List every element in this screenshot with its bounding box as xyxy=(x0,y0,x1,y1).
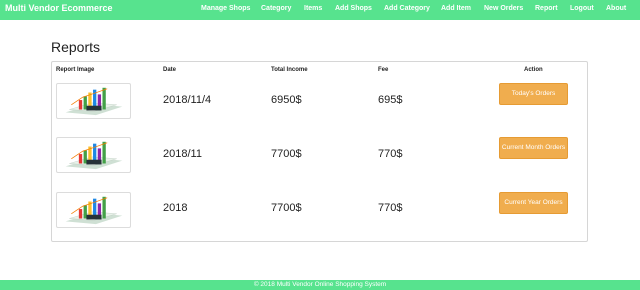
header-total-income: Total Income xyxy=(271,67,308,73)
bar-chart-report-icon xyxy=(56,83,131,119)
nav-new-orders[interactable]: New Orders xyxy=(484,5,523,12)
page-title: Reports xyxy=(51,39,101,55)
row-income: 6950$ xyxy=(271,94,302,106)
brand-logo-text[interactable]: Multi Vendor Ecommerce xyxy=(5,3,113,13)
row-date: 2018/11 xyxy=(163,148,202,160)
row-income: 7700$ xyxy=(271,148,302,160)
nav-add-shops[interactable]: Add Shops xyxy=(335,5,372,12)
header-action: Action xyxy=(524,67,543,73)
top-navbar: Multi Vendor Ecommerce Manage Shops Cate… xyxy=(0,0,640,20)
row-date: 2018 xyxy=(163,202,188,214)
footer-copyright: © 2018 Multi Vendor Online Shopping Syst… xyxy=(253,281,387,288)
nav-about[interactable]: About xyxy=(606,5,626,12)
row-date: 2018/11/4 xyxy=(163,94,212,106)
row-fee: 770$ xyxy=(378,148,403,160)
nav-add-item[interactable]: Add Item xyxy=(441,5,471,12)
header-report-image: Report Image xyxy=(56,67,95,73)
bar-chart-report-icon xyxy=(56,137,131,173)
todays-orders-button[interactable]: Today's Orders xyxy=(499,83,568,105)
bar-chart-report-icon xyxy=(56,192,131,228)
nav-manage-shops[interactable]: Manage Shops xyxy=(201,5,250,12)
current-month-orders-button[interactable]: Current Month Orders xyxy=(499,137,568,159)
reports-table: Report Image Date Total Income Fee Actio… xyxy=(51,61,588,242)
nav-report[interactable]: Report xyxy=(535,5,558,12)
current-year-orders-button[interactable]: Current Year Orders xyxy=(499,192,568,214)
nav-items[interactable]: Items xyxy=(304,5,322,12)
header-fee: Fee xyxy=(378,67,389,73)
footer: © 2018 Multi Vendor Online Shopping Syst… xyxy=(0,280,640,290)
nav-add-category[interactable]: Add Category xyxy=(384,5,430,12)
row-income: 7700$ xyxy=(271,202,302,214)
row-fee: 770$ xyxy=(378,202,403,214)
nav-logout[interactable]: Logout xyxy=(570,5,594,12)
row-fee: 695$ xyxy=(378,94,403,106)
header-date: Date xyxy=(163,67,177,73)
nav-category[interactable]: Category xyxy=(261,5,291,12)
